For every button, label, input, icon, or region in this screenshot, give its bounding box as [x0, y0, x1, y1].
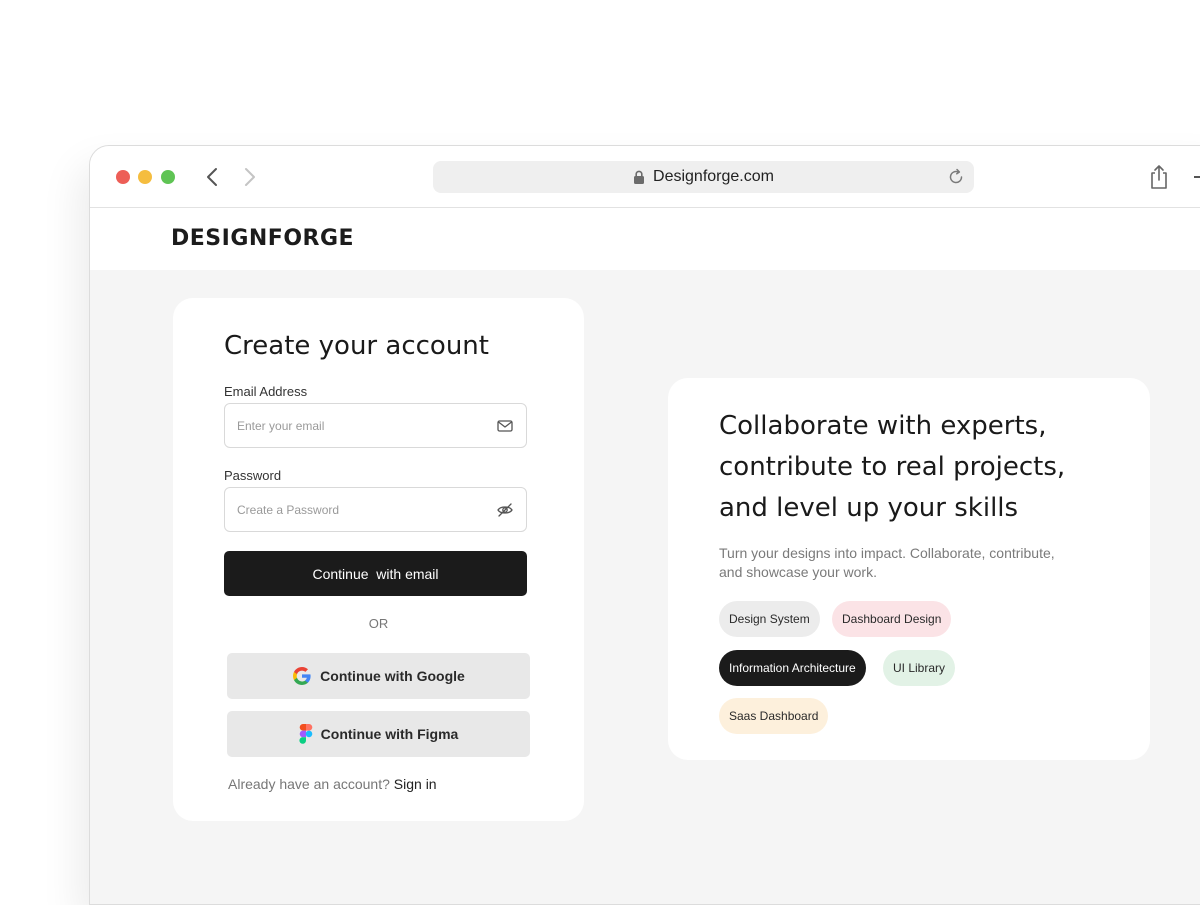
continue-with-google-button[interactable]: Continue with Google: [227, 653, 530, 699]
continue-with-figma-label: Continue with Figma: [320, 726, 459, 742]
google-icon: [293, 667, 311, 685]
minimize-window-button[interactable]: [138, 170, 152, 184]
tag-chip[interactable]: UI Library: [883, 650, 956, 686]
maximize-window-button[interactable]: [161, 170, 175, 184]
password-label: Password: [224, 468, 282, 483]
password-field[interactable]: [237, 488, 487, 531]
chevron-left-icon[interactable]: [202, 165, 224, 189]
address-bar[interactable]: Designforge.com: [433, 161, 974, 193]
promo-headline: Collaborate with experts, contribute to …: [719, 411, 1066, 523]
signup-title: Create your account: [224, 331, 489, 361]
continue-with-google-label: Continue with Google: [320, 668, 465, 684]
continue-with-email-button[interactable]: Continue with email: [224, 551, 527, 596]
close-window-button[interactable]: [116, 170, 130, 184]
share-icon[interactable]: [1148, 164, 1170, 190]
tag-chip-label: Saas Dashboard: [729, 709, 819, 723]
figma-icon: [299, 724, 312, 744]
promo-subtext: Turn your designs into impact. Collabora…: [719, 545, 1055, 580]
tag-chip-label: Dashboard Design: [842, 612, 942, 626]
signup-card: Create your account Email Address Passwo…: [173, 298, 584, 821]
lock-icon: [634, 170, 645, 184]
reload-icon[interactable]: [946, 167, 966, 187]
tag-chip[interactable]: Saas Dashboard: [719, 698, 829, 734]
signin-prompt-text: Already have an account?: [228, 776, 390, 792]
continue-with-figma-button[interactable]: Continue with Figma: [227, 711, 530, 757]
tag-chip-label: UI Library: [893, 661, 946, 675]
password-field-wrapper: [224, 487, 527, 532]
signin-link[interactable]: Sign in: [394, 776, 437, 792]
browser-toolbar: Designforge.com: [90, 146, 1200, 208]
chevron-right-icon[interactable]: [238, 165, 260, 189]
promo-card: Collaborate with experts, contribute to …: [668, 378, 1150, 760]
site-logo[interactable]: DESIGNFORGE: [171, 226, 354, 251]
site-header: DESIGNFORGE: [90, 208, 1200, 270]
or-divider: OR: [368, 616, 389, 631]
browser-window: Designforge.com DESIGNFORGE Create your …: [89, 145, 1200, 905]
signin-prompt: Already have an account? Sign in: [228, 776, 437, 792]
tag-chip-label: Information Architecture: [729, 661, 856, 675]
url-text: Designforge.com: [653, 168, 774, 185]
tag-chip-label: Design System: [729, 612, 810, 626]
continue-with-email-label: Continue with email: [312, 565, 439, 582]
tag-chip[interactable]: Dashboard Design: [832, 601, 952, 637]
email-label: Email Address: [224, 384, 308, 399]
eye-off-icon[interactable]: [496, 501, 514, 519]
email-field-wrapper: [224, 403, 527, 448]
tag-chip[interactable]: Information Architecture: [719, 650, 866, 686]
email-field[interactable]: [237, 404, 487, 447]
mail-icon: [497, 420, 513, 432]
new-tab-icon[interactable]: [1194, 176, 1200, 178]
tag-chip[interactable]: Design System: [719, 601, 820, 637]
